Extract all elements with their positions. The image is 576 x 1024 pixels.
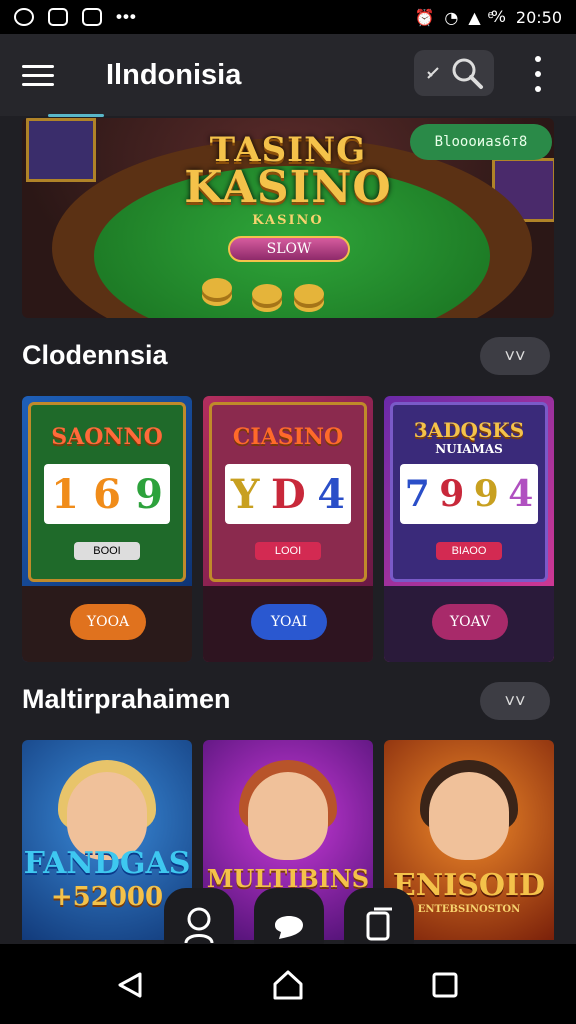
status-bar: ••• ⏰ ◔ ▲ ͤ% 20:50 — [0, 0, 576, 34]
reel-3: 9 — [135, 470, 163, 518]
alarm-icon: ⏰ — [414, 7, 435, 27]
home-icon[interactable] — [271, 968, 305, 1002]
signal-icon: ▲ — [468, 7, 481, 27]
slot-card-2-label: CIASINO — [232, 424, 344, 450]
clear-icon — [427, 67, 439, 79]
chip-stack-3 — [294, 284, 324, 304]
more-notifications: ••• — [116, 7, 137, 26]
chip-stack-2 — [252, 284, 282, 304]
slot-card-2-pad: YOAI — [251, 604, 327, 640]
banner-title-main: KASINO — [184, 162, 392, 213]
reel-2: D — [271, 470, 306, 518]
page-title: Ilndonisia — [106, 58, 242, 91]
copy-icon — [366, 907, 392, 941]
media-icon — [82, 8, 102, 26]
slot-card-3[interactable]: 3ADQSKS NUIAMAS 7 9 9 4 BIAOO YOAV — [384, 396, 554, 662]
reel-4: 4 — [508, 473, 534, 515]
section-2-more-button[interactable]: ˅˅ — [480, 682, 550, 720]
slot-card-3-plate: BIAOO — [436, 542, 502, 560]
slot-card-3-label: 3ADQSKS — [413, 418, 525, 442]
chip-stack-1 — [202, 278, 232, 298]
search-icon — [452, 58, 483, 89]
back-icon[interactable] — [114, 968, 148, 1002]
slot-card-3-reels: 7 9 9 4 — [400, 464, 538, 524]
reel-1: 1 — [51, 470, 79, 518]
reel-2: 6 — [93, 470, 121, 518]
battery-percent: ͤ% — [490, 7, 506, 26]
header-indicator — [48, 114, 104, 117]
app-header: Ilndonisia — [0, 34, 576, 116]
system-nav-bar — [0, 944, 576, 1024]
hero-banner[interactable]: TASING KASINO KASINO SLOW Bloooиas6т8 — [22, 118, 554, 318]
slot-card-1-pad: YOOA — [70, 604, 146, 640]
section-1-more-button[interactable]: ˅˅ — [480, 337, 550, 375]
slot-card-1[interactable]: SAONNO 1 6 9 BOOI YOOA — [22, 396, 192, 662]
slot-card-2-plate: LOOI — [255, 542, 321, 560]
reel-2: 9 — [439, 473, 465, 515]
notification-icon — [14, 8, 34, 26]
character-face — [429, 772, 509, 860]
reel-3: 4 — [317, 470, 346, 518]
clock: 20:50 — [515, 7, 562, 27]
section-title-1: Clodennsia — [22, 340, 168, 370]
menu-icon[interactable] — [22, 55, 62, 95]
banner-subtitle: KASINO — [252, 213, 324, 228]
slot-card-1-plate: BOOI — [74, 542, 140, 560]
section-title-2: Maltirprahaimen — [22, 684, 231, 714]
character-face — [248, 772, 328, 860]
slot-card-3-pad: YOAV — [432, 604, 508, 640]
slot-card-1-label: SAONNO — [51, 424, 163, 450]
reel-3: 9 — [473, 473, 499, 515]
chat-icon — [275, 916, 303, 939]
reel-1: Y — [230, 470, 260, 518]
search-button[interactable] — [414, 50, 494, 96]
slot-card-2-reels: Y D 4 — [225, 464, 351, 524]
slot-card-3-sublabel: NUIAMAS — [435, 442, 503, 456]
profile-icon — [184, 907, 214, 944]
recents-icon[interactable] — [428, 968, 462, 1002]
more-vert-icon[interactable] — [526, 56, 550, 92]
lock-icon — [48, 8, 68, 26]
promo-card-1-title: FANDGAS — [23, 846, 191, 881]
reel-1: 7 — [404, 473, 430, 515]
wifi-icon: ◔ — [444, 7, 459, 27]
banner-badge[interactable]: Bloooиas6т8 — [410, 124, 552, 160]
slot-card-2[interactable]: CIASINO Y D 4 LOOI YOAI — [203, 396, 373, 662]
slot-card-1-reels: 1 6 9 — [44, 464, 170, 524]
banner-slow-button[interactable]: SLOW — [228, 236, 350, 262]
